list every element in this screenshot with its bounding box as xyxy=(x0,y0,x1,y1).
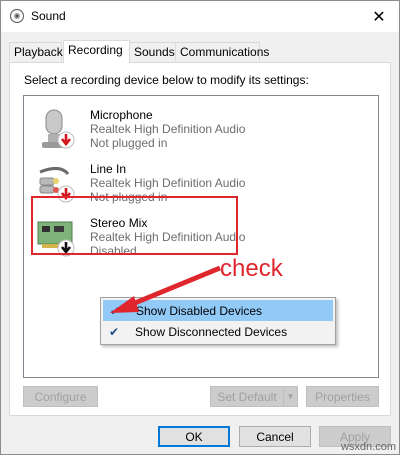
menu-item-label: Show Disabled Devices xyxy=(136,304,263,318)
ok-button[interactable]: OK xyxy=(158,426,230,447)
speaker-icon xyxy=(9,8,25,24)
set-default-button[interactable]: Set Default xyxy=(210,386,284,407)
line-in-icon xyxy=(39,167,75,203)
annotation-label: check xyxy=(220,255,283,282)
device-status: Disabled xyxy=(90,244,137,258)
tab-communications[interactable]: Communications xyxy=(175,42,269,61)
properties-button[interactable]: Properties xyxy=(306,386,379,407)
tab-recording[interactable]: Recording xyxy=(63,40,130,63)
watermark: wsxdn.com xyxy=(340,441,396,453)
close-icon: ✕ xyxy=(372,8,386,26)
sound-card-icon xyxy=(37,221,75,257)
sound-dialog: Sound ✕ Playback Recording Sounds Commun… xyxy=(0,0,400,455)
menu-item-show-disabled[interactable]: ✔ Show Disabled Devices xyxy=(103,300,333,321)
configure-button[interactable]: Configure xyxy=(23,386,98,407)
checkmark-icon: ✔ xyxy=(109,325,120,339)
close-button[interactable]: ✕ xyxy=(359,1,399,32)
microphone-icon xyxy=(42,109,75,149)
device-driver: Realtek High Definition Audio xyxy=(90,176,246,190)
title-bar: Sound ✕ xyxy=(1,1,399,32)
device-driver: Realtek High Definition Audio xyxy=(90,230,246,244)
set-default-dropdown[interactable]: ▼ xyxy=(283,386,298,407)
menu-item-show-disconnected[interactable]: ✔ Show Disconnected Devices xyxy=(103,322,333,343)
window-title: Sound xyxy=(31,9,66,23)
device-status: Not plugged in xyxy=(90,190,168,204)
tab-sounds[interactable]: Sounds xyxy=(129,42,176,61)
cancel-button[interactable]: Cancel xyxy=(239,426,311,447)
device-status: Not plugged in xyxy=(90,136,168,150)
device-driver: Realtek High Definition Audio xyxy=(90,122,246,136)
device-name: Stereo Mix xyxy=(90,216,148,230)
checkmark-icon: ✔ xyxy=(110,304,121,318)
recording-panel: Select a recording device below to modif… xyxy=(9,62,391,416)
context-menu: ✔ Show Disabled Devices ✔ Show Disconnec… xyxy=(100,297,336,345)
chevron-down-icon: ▼ xyxy=(286,392,295,401)
device-line-in[interactable]: Line In Realtek High Definition Audio No… xyxy=(24,156,378,206)
device-name: Microphone xyxy=(90,108,153,122)
instruction-text: Select a recording device below to modif… xyxy=(24,73,309,87)
device-name: Line In xyxy=(90,162,127,176)
device-microphone[interactable]: Microphone Realtek High Definition Audio… xyxy=(24,102,378,152)
device-stereo-mix[interactable]: Stereo Mix Realtek High Definition Audio… xyxy=(24,210,378,260)
tab-playback[interactable]: Playback xyxy=(9,42,63,61)
menu-item-label: Show Disconnected Devices xyxy=(135,325,288,339)
